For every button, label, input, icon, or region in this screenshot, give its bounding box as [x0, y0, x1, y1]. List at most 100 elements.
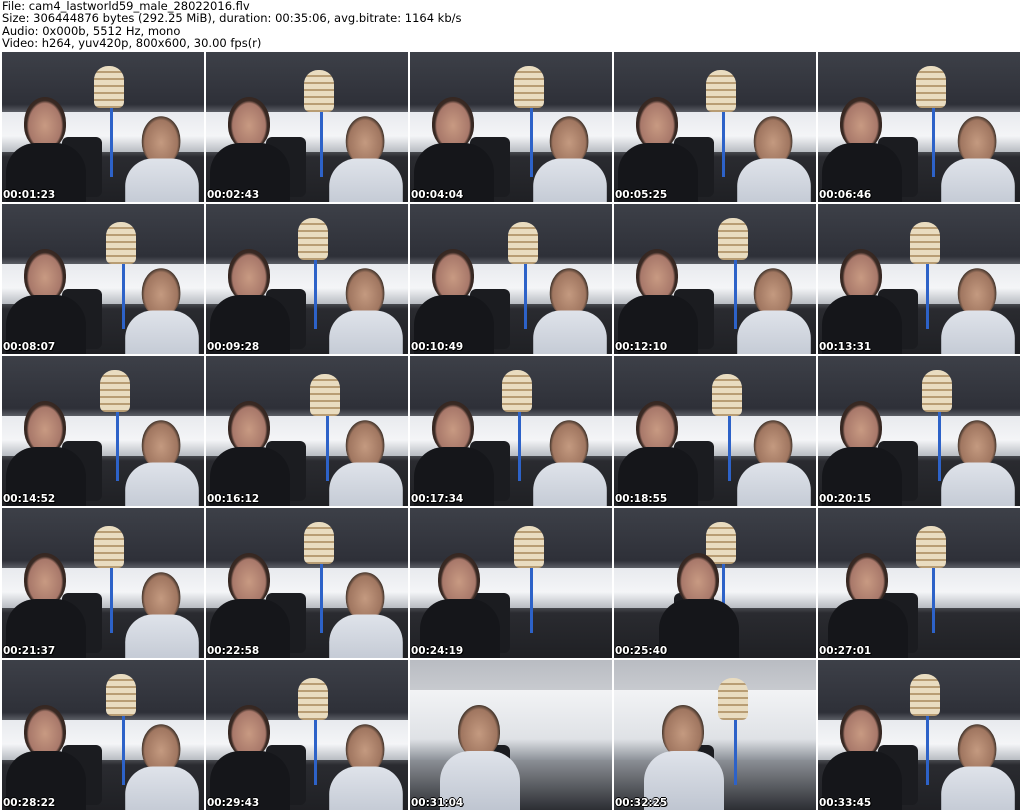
thumbnail-timestamp: 00:08:07	[3, 341, 56, 353]
person-figure	[941, 420, 1015, 506]
video-thumbnail: 00:28:22	[2, 660, 204, 810]
charm-strap	[926, 715, 929, 785]
air-freshener-charm	[916, 526, 946, 568]
charm-strap	[932, 107, 935, 177]
person-figure	[737, 268, 811, 354]
person-figure	[618, 97, 698, 202]
thumbnail-timestamp: 00:02:43	[207, 189, 260, 201]
video-thumbnail: 00:29:43	[206, 660, 408, 810]
air-freshener-charm	[916, 66, 946, 108]
person-figure	[414, 401, 494, 506]
video-thumbnail: 00:31:04	[410, 660, 612, 810]
air-freshener-charm	[910, 674, 940, 716]
charm-strap	[116, 411, 119, 481]
person-figure	[737, 420, 811, 506]
person-figure	[533, 268, 607, 354]
person-figure	[6, 249, 86, 354]
air-freshener-charm	[502, 370, 532, 412]
thumbnail-timestamp: 00:16:12	[207, 493, 260, 505]
video-thumbnail: 00:24:19	[410, 508, 612, 658]
thumbnail-timestamp: 00:13:31	[819, 341, 872, 353]
thumbnail-timestamp: 00:09:28	[207, 341, 260, 353]
person-figure	[6, 553, 86, 658]
person-figure	[6, 705, 86, 810]
air-freshener-charm	[94, 526, 124, 568]
person-figure	[6, 97, 86, 202]
thumbnail-timestamp: 00:04:04	[411, 189, 464, 201]
person-figure	[659, 553, 739, 658]
air-freshener-charm	[106, 674, 136, 716]
person-figure	[210, 705, 290, 810]
air-freshener-charm	[514, 66, 544, 108]
charm-strap	[314, 259, 317, 329]
charm-strap	[110, 563, 113, 633]
video-thumbnail: 00:20:15	[818, 356, 1020, 506]
person-figure	[6, 401, 86, 506]
person-figure	[210, 97, 290, 202]
person-figure	[533, 116, 607, 202]
thumbnail-timestamp: 00:06:46	[819, 189, 872, 201]
thumbnail-timestamp: 00:31:04	[411, 797, 464, 809]
thumbnail-timestamp: 00:24:19	[411, 645, 464, 657]
video-thumbnail: 00:16:12	[206, 356, 408, 506]
person-figure	[941, 268, 1015, 354]
charm-strap	[926, 259, 929, 329]
air-freshener-charm	[298, 218, 328, 260]
charm-strap	[314, 715, 317, 785]
person-figure	[329, 116, 403, 202]
video-thumbnail: 00:33:45	[818, 660, 1020, 810]
video-thumbnail: 00:17:34	[410, 356, 612, 506]
video-info-line: Video: h264, yuv420p, 800x600, 30.00 fps…	[2, 36, 262, 51]
charm-strap	[530, 563, 533, 633]
person-figure	[329, 724, 403, 810]
person-figure	[414, 97, 494, 202]
video-thumbnail: 00:25:40	[614, 508, 816, 658]
air-freshener-charm	[712, 374, 742, 416]
thumbnail-timestamp: 00:10:49	[411, 341, 464, 353]
person-figure	[533, 420, 607, 506]
video-thumbnail: 00:32:25	[614, 660, 816, 810]
person-figure	[329, 420, 403, 506]
thumbnail-timestamp: 00:12:10	[615, 341, 668, 353]
video-thumbnail: 00:09:28	[206, 204, 408, 354]
air-freshener-charm	[298, 678, 328, 720]
air-freshener-charm	[94, 66, 124, 108]
thumbnail-grid: 00:01:23 00:02:43 00:04:04 00:05:25 00:06:46…	[2, 52, 1020, 810]
charm-strap	[728, 411, 731, 481]
air-freshener-charm	[304, 70, 334, 112]
person-figure	[125, 572, 199, 658]
air-freshener-charm	[706, 70, 736, 112]
person-figure	[618, 249, 698, 354]
person-figure	[828, 553, 908, 658]
thumbnail-timestamp: 00:32:25	[615, 797, 668, 809]
video-thumbnail: 00:22:58	[206, 508, 408, 658]
charm-strap	[518, 411, 521, 481]
thumbnail-timestamp: 00:28:22	[3, 797, 56, 809]
video-thumbnail: 00:01:23	[2, 52, 204, 202]
person-figure	[822, 97, 902, 202]
person-figure	[644, 705, 724, 810]
person-figure	[210, 553, 290, 658]
person-figure	[125, 420, 199, 506]
person-figure	[941, 116, 1015, 202]
air-freshener-charm	[310, 374, 340, 416]
charm-strap	[734, 715, 737, 785]
video-thumbnail: 00:27:01	[818, 508, 1020, 658]
thumbnail-timestamp: 00:20:15	[819, 493, 872, 505]
person-figure	[822, 705, 902, 810]
charm-strap	[524, 259, 527, 329]
charm-strap	[932, 563, 935, 633]
video-thumbnail: 00:12:10	[614, 204, 816, 354]
person-figure	[822, 249, 902, 354]
air-freshener-charm	[922, 370, 952, 412]
thumbnail-timestamp: 00:33:45	[819, 797, 872, 809]
air-freshener-charm	[100, 370, 130, 412]
video-thumbnail: 00:10:49	[410, 204, 612, 354]
charm-strap	[722, 107, 725, 177]
video-thumbnail: 00:08:07	[2, 204, 204, 354]
person-figure	[440, 705, 520, 810]
person-figure	[822, 401, 902, 506]
air-freshener-charm	[718, 218, 748, 260]
video-thumbnail: 00:18:55	[614, 356, 816, 506]
thumbnail-timestamp: 00:25:40	[615, 645, 668, 657]
